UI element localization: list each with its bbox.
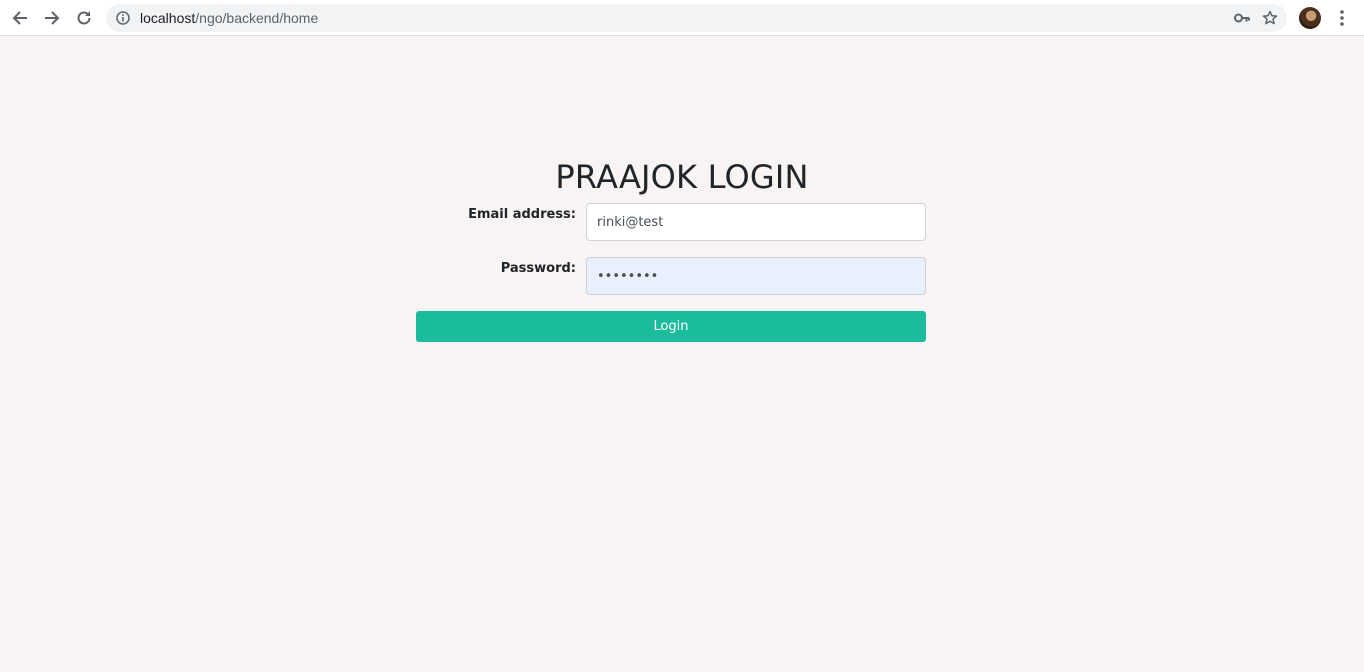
reload-icon[interactable] — [72, 6, 96, 30]
email-field[interactable] — [586, 203, 926, 241]
page-title: PRAAJOK LOGIN — [555, 158, 809, 196]
url-path: /ngo/backend/home — [195, 10, 319, 26]
forward-arrow-icon[interactable] — [40, 6, 64, 30]
url-host: localhost — [140, 10, 196, 26]
star-icon[interactable] — [1262, 10, 1278, 26]
back-arrow-icon[interactable] — [8, 6, 32, 30]
profile-avatar[interactable] — [1299, 7, 1321, 29]
address-bar[interactable]: localhost/ngo/backend/home — [106, 4, 1287, 32]
password-field[interactable] — [586, 257, 926, 295]
url-text: localhost/ngo/backend/home — [140, 10, 318, 26]
info-icon[interactable] — [116, 11, 130, 25]
email-label: Email address: — [468, 207, 576, 222]
more-vertical-icon[interactable] — [1334, 6, 1350, 30]
browser-toolbar: localhost/ngo/backend/home — [0, 0, 1364, 36]
login-button[interactable]: Login — [416, 311, 926, 342]
password-label: Password: — [500, 261, 576, 276]
key-icon[interactable] — [1234, 11, 1250, 25]
